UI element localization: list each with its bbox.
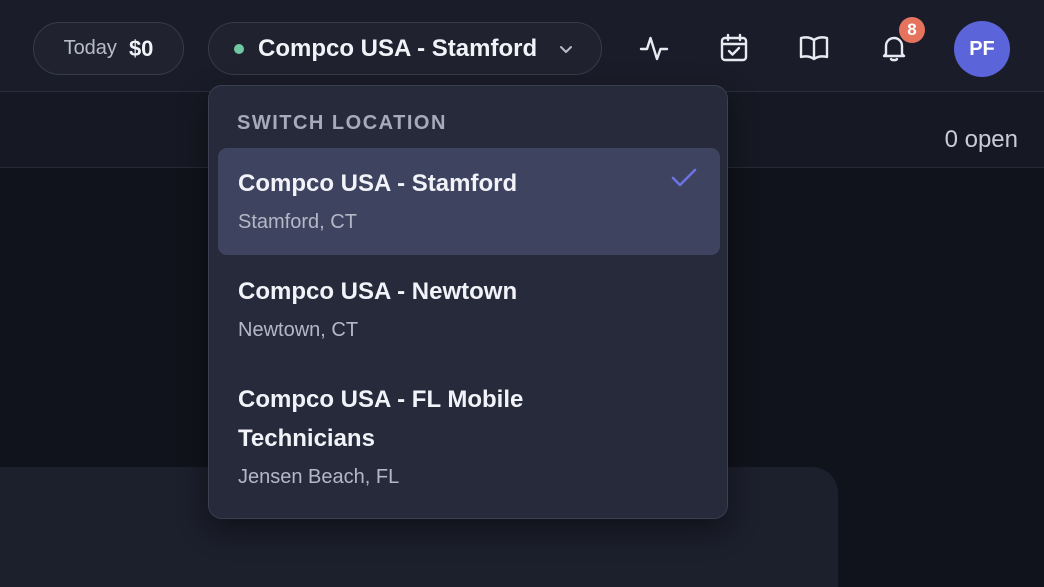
notification-badge: 8 xyxy=(899,17,925,43)
activity-icon xyxy=(639,36,669,61)
activity-button[interactable] xyxy=(636,30,672,66)
calendar-button[interactable] xyxy=(716,30,752,66)
location-option-address: Jensen Beach, FL xyxy=(238,466,400,488)
location-option-name: Compco USA - Stamford xyxy=(238,170,518,197)
location-option-stamford[interactable]: Compco USA - Stamford Stamford, CT xyxy=(218,148,720,255)
location-option-name: Compco USA - FL Mobile Technicians xyxy=(238,386,524,452)
checkmark-icon xyxy=(671,168,697,187)
current-location-name: Compco USA - Stamford xyxy=(258,34,538,62)
today-revenue-pill[interactable]: Today $0 xyxy=(33,22,184,75)
location-option-address: Newtown, CT xyxy=(238,319,359,341)
user-avatar[interactable]: PF xyxy=(954,21,1010,77)
location-option-newtown[interactable]: Compco USA - Newtown Newtown, CT xyxy=(218,256,720,363)
dropdown-header: SWITCH LOCATION xyxy=(237,112,447,134)
chevron-down-icon xyxy=(560,46,572,53)
location-dropdown-menu: SWITCH LOCATION Compco USA - Stamford St… xyxy=(208,85,728,519)
book-open-icon xyxy=(799,36,829,61)
location-option-fl-mobile[interactable]: Compco USA - FL Mobile Technicians Jense… xyxy=(218,364,720,512)
today-amount: $0 xyxy=(128,35,154,61)
open-count: 0 open xyxy=(944,126,1018,153)
location-status-dot xyxy=(234,43,244,54)
docs-button[interactable] xyxy=(796,30,832,66)
calendar-check-icon xyxy=(720,33,748,62)
location-option-address: Stamford, CT xyxy=(238,211,357,233)
location-option-name: Compco USA - Newtown xyxy=(238,278,518,305)
today-label: Today xyxy=(63,37,117,59)
location-selector[interactable]: Compco USA - Stamford xyxy=(208,22,602,75)
